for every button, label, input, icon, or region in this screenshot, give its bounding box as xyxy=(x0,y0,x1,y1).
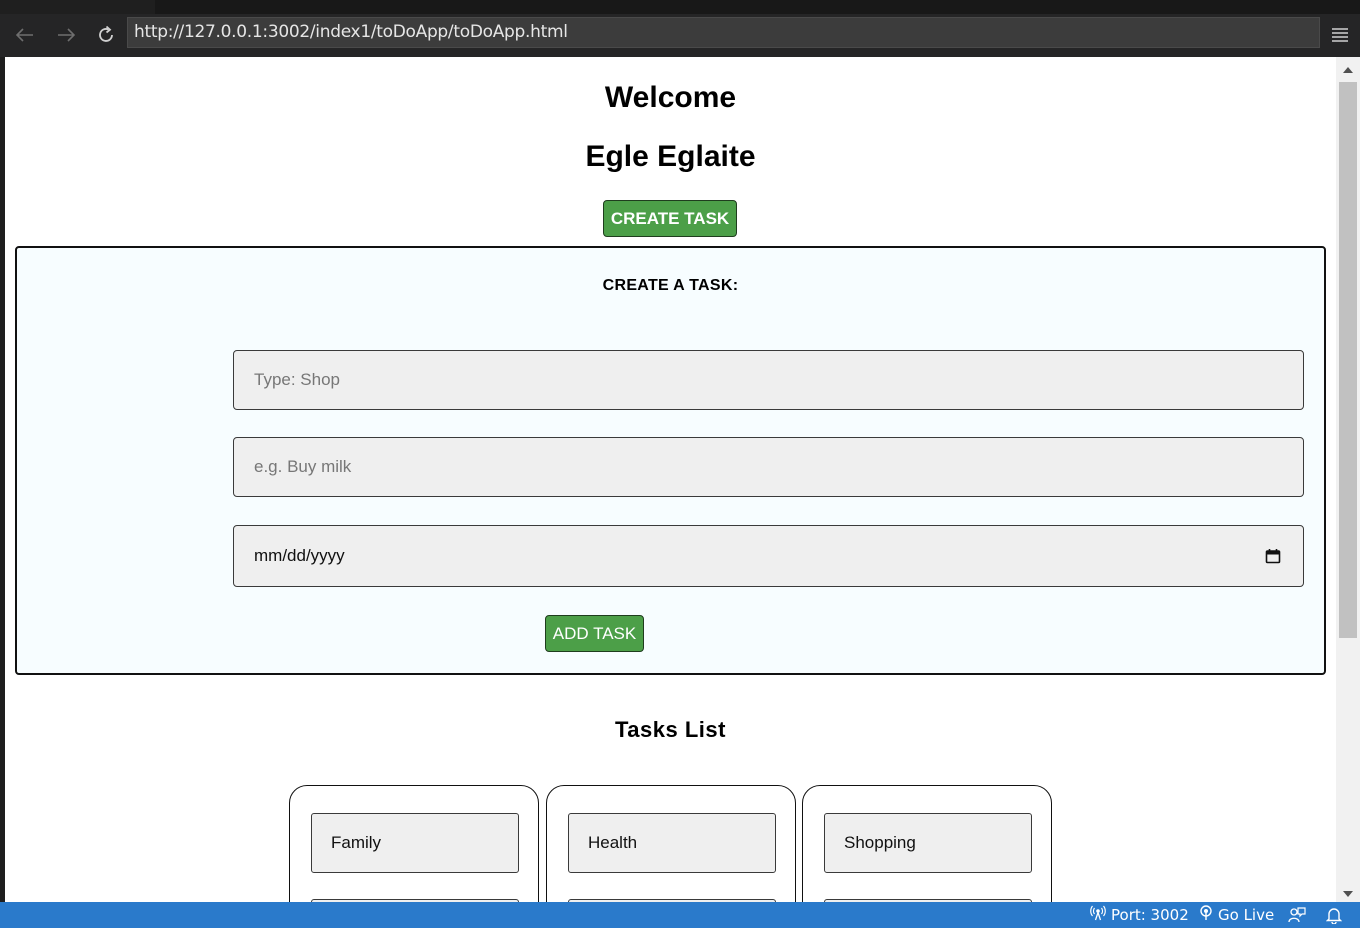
go-live-button[interactable]: Go Live xyxy=(1199,902,1274,928)
scrollbar-thumb[interactable] xyxy=(1339,82,1357,638)
task-category-column: Health xyxy=(546,785,796,902)
active-tab[interactable] xyxy=(0,0,155,14)
task-type-placeholder: Type: Shop xyxy=(254,370,341,389)
add-task-button[interactable]: ADD TASK xyxy=(545,615,644,652)
task-description-placeholder: e.g. Buy milk xyxy=(254,457,352,476)
browser-toolbar: http://127.0.0.1:3002/index1/toDoApp/toD… xyxy=(0,14,1360,57)
port-status[interactable]: Port: 3002 xyxy=(1090,902,1189,928)
user-name-heading: Egle Eglaite xyxy=(585,140,756,173)
notification-bell-icon[interactable] xyxy=(1326,902,1342,928)
task-type-input[interactable]: Type: Shop xyxy=(233,350,1304,410)
form-title: CREATE A TASK: xyxy=(602,277,739,294)
menu-icon[interactable] xyxy=(1328,22,1352,46)
task-category-column: Family xyxy=(289,785,539,902)
go-live-icon xyxy=(1199,905,1213,925)
date-placeholder: mm/dd/yyyy xyxy=(254,546,345,565)
reload-icon[interactable] xyxy=(93,22,119,48)
task-description-input[interactable]: e.g. Buy milk xyxy=(233,437,1304,497)
back-arrow-icon[interactable] xyxy=(12,22,38,48)
forward-arrow-icon[interactable] xyxy=(53,22,79,48)
scroll-down-icon[interactable] xyxy=(1336,886,1360,902)
page-viewport: Welcome Egle Eglaite CREATE TASK CREATE … xyxy=(5,57,1336,902)
create-task-button[interactable]: CREATE TASK xyxy=(603,200,737,237)
title-strip xyxy=(0,0,1360,14)
task-date-input[interactable]: mm/dd/yyyy xyxy=(233,525,1304,587)
broadcast-icon xyxy=(1090,905,1106,925)
task-category-column: Shopping xyxy=(802,785,1052,902)
welcome-heading: Welcome xyxy=(604,81,737,114)
scroll-up-icon[interactable] xyxy=(1336,62,1360,78)
tasks-list-heading: Tasks List xyxy=(615,717,726,742)
url-input[interactable]: http://127.0.0.1:3002/index1/toDoApp/toD… xyxy=(127,17,1320,48)
category-shopping[interactable]: Shopping xyxy=(824,813,1032,873)
category-health[interactable]: Health xyxy=(568,813,776,873)
create-task-form: CREATE A TASK: Type: Shop e.g. Buy milk … xyxy=(15,246,1326,675)
category-family[interactable]: Family xyxy=(311,813,519,873)
feedback-icon[interactable] xyxy=(1288,902,1306,928)
port-label: Port: 3002 xyxy=(1111,906,1189,924)
status-bar: Port: 3002 Go Live xyxy=(0,902,1360,928)
go-live-label: Go Live xyxy=(1218,906,1275,924)
calendar-icon[interactable] xyxy=(1265,548,1281,564)
